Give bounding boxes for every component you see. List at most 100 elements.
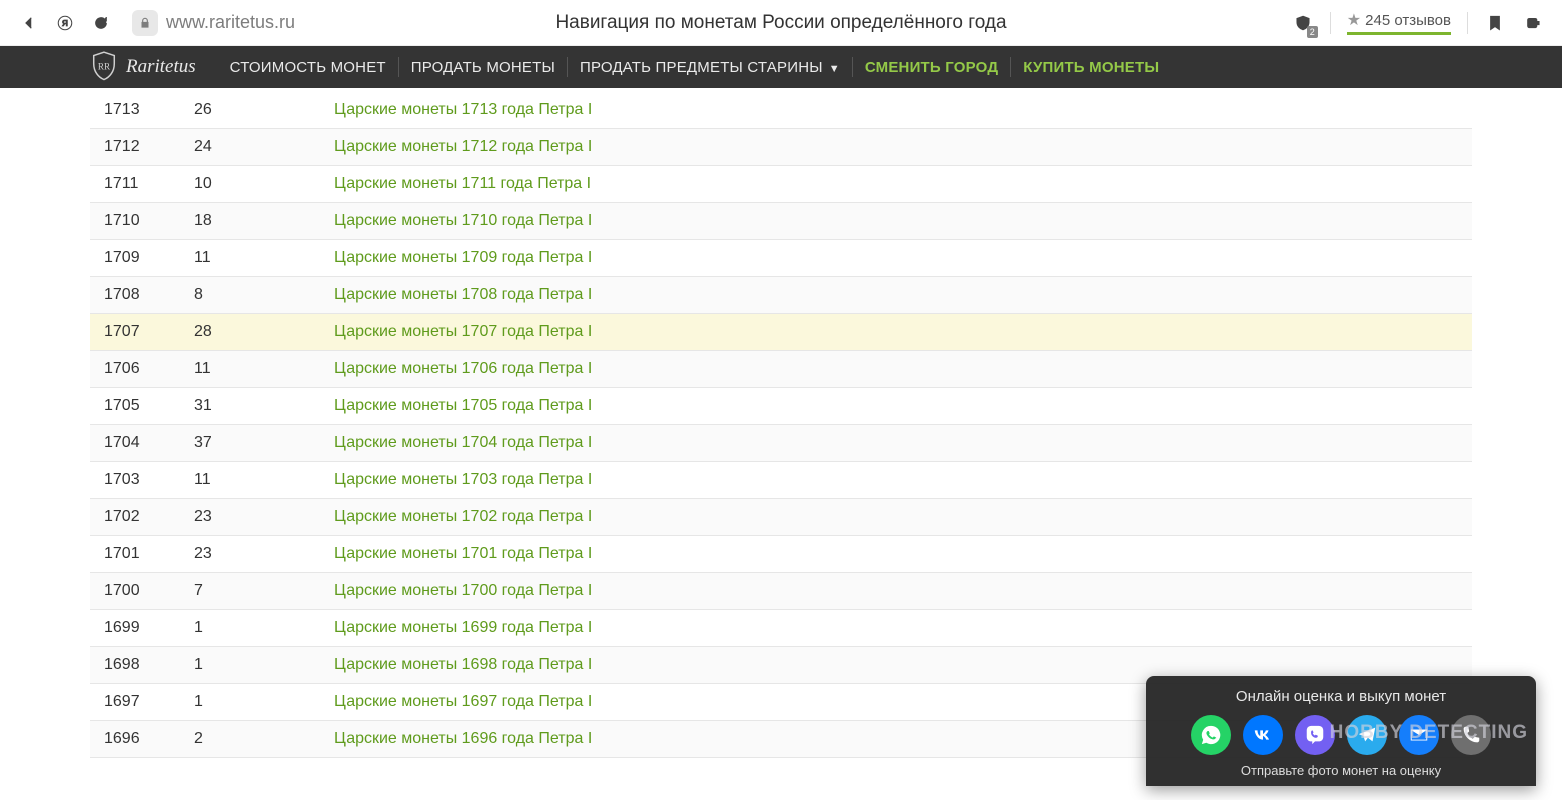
coin-year-link[interactable]: Царские монеты 1708 года Петра I [334,286,592,303]
link-cell: Царские монеты 1707 года Петра I [334,323,1472,341]
year-cell: 1706 [90,360,194,378]
link-cell: Царские монеты 1706 года Петра I [334,360,1472,378]
coin-year-link[interactable]: Царские монеты 1702 года Петра I [334,508,592,525]
table-row: 17007Царские монеты 1700 года Петра I [90,573,1472,610]
coin-year-link[interactable]: Царские монеты 1704 года Петра I [334,434,592,451]
year-cell: 1699 [90,619,194,637]
coin-year-link[interactable]: Царские монеты 1706 года Петра I [334,360,592,377]
count-cell: 18 [194,212,334,230]
year-cell: 1704 [90,434,194,452]
back-icon[interactable] [18,12,40,34]
nav-item[interactable]: КУПИТЬ МОНЕТЫ [1011,59,1171,76]
coin-year-link[interactable]: Царские монеты 1705 года Петра I [334,397,592,414]
bookmark-icon[interactable] [1484,12,1506,34]
table-row: 170728Царские монеты 1707 года Петра I [90,314,1472,351]
float-title: Онлайн оценка и выкуп монет [1166,688,1516,705]
telegram-icon[interactable] [1347,715,1387,755]
link-cell: Царские монеты 1705 года Петра I [334,397,1472,415]
count-cell: 11 [194,249,334,267]
coin-year-link[interactable]: Царские монеты 1712 года Петра I [334,138,592,155]
coin-year-link[interactable]: Царские монеты 1713 года Петра I [334,101,592,118]
table-row: 16991Царские монеты 1699 года Петра I [90,610,1472,647]
nav-item[interactable]: ПРОДАТЬ МОНЕТЫ [399,59,567,76]
table-row: 170223Царские монеты 1702 года Петра I [90,499,1472,536]
year-cell: 1700 [90,582,194,600]
viber-icon[interactable] [1295,715,1335,755]
mail-icon[interactable] [1399,715,1439,755]
year-cell: 1709 [90,249,194,267]
coin-year-link[interactable]: Царские монеты 1709 года Петра I [334,249,592,266]
table-row: 170911Царские монеты 1709 года Петра I [90,240,1472,277]
svg-text:Я: Я [62,19,68,28]
reviews-text: 245 отзывов [1365,12,1451,29]
link-cell: Царские монеты 1709 года Петра I [334,249,1472,267]
link-cell: Царские монеты 1713 года Петра I [334,101,1472,119]
page-title: Навигация по монетам России определённог… [555,12,1006,34]
year-cell: 1696 [90,730,194,748]
link-cell: Царские монеты 1703 года Петра I [334,471,1472,489]
nav-item[interactable]: СТОИМОСТЬ МОНЕТ [218,59,398,76]
year-cell: 1707 [90,323,194,341]
count-cell: 24 [194,138,334,156]
svg-text:RR: RR [98,61,111,71]
link-cell: Царские монеты 1708 года Петра I [334,286,1472,304]
shield-icon[interactable]: 2 [1292,12,1314,34]
count-cell: 1 [194,693,334,711]
coin-year-link[interactable]: Царские монеты 1710 года Петра I [334,212,592,229]
url-box[interactable]: www.raritetus.ru [132,10,295,36]
nav-item[interactable]: ПРОДАТЬ ПРЕДМЕТЫ СТАРИНЫ▼ [568,59,852,76]
year-cell: 1710 [90,212,194,230]
floating-contact-panel: Онлайн оценка и выкуп монет Отправьте фо… [1146,676,1536,786]
divider [1330,12,1331,34]
reviews-link[interactable]: ★ 245 отзывов [1347,10,1451,35]
table-row: 171110Царские монеты 1711 года Петра I [90,166,1472,203]
link-cell: Царские монеты 1700 года Петра I [334,582,1472,600]
whatsapp-icon[interactable] [1191,715,1231,755]
count-cell: 1 [194,619,334,637]
link-cell: Царские монеты 1704 года Петра I [334,434,1472,452]
logo-text: Raritetus [126,56,196,78]
extensions-icon[interactable] [1522,12,1544,34]
count-cell: 23 [194,545,334,563]
yandex-icon[interactable]: Я [54,12,76,34]
year-cell: 1702 [90,508,194,526]
count-cell: 23 [194,508,334,526]
coin-year-link[interactable]: Царские монеты 1703 года Петра I [334,471,592,488]
table-row: 171224Царские монеты 1712 года Петра I [90,129,1472,166]
coin-year-link[interactable]: Царские монеты 1701 года Петра I [334,545,592,562]
year-cell: 1708 [90,286,194,304]
table-row: 170123Царские монеты 1701 года Петра I [90,536,1472,573]
coin-year-link[interactable]: Царские монеты 1696 года Петра I [334,730,592,747]
coin-year-link[interactable]: Царские монеты 1711 года Петра I [334,175,591,192]
year-cell: 1703 [90,471,194,489]
main-nav: RR Raritetus СТОИМОСТЬ МОНЕТПРОДАТЬ МОНЕ… [0,46,1562,88]
vk-icon[interactable] [1243,715,1283,755]
year-cell: 1698 [90,656,194,674]
shield-count: 2 [1307,26,1318,38]
nav-item[interactable]: СМЕНИТЬ ГОРОД [853,59,1010,76]
coin-year-link[interactable]: Царские монеты 1698 года Петра I [334,656,592,673]
chevron-down-icon: ▼ [829,63,840,75]
year-cell: 1705 [90,397,194,415]
table-row: 170531Царские монеты 1705 года Петра I [90,388,1472,425]
coin-year-link[interactable]: Царские монеты 1699 года Петра I [334,619,592,636]
count-cell: 28 [194,323,334,341]
lock-icon [132,10,158,36]
table-row: 17088Царские монеты 1708 года Петра I [90,277,1472,314]
link-cell: Царские монеты 1699 года Петра I [334,619,1472,637]
table-row: 170437Царские монеты 1704 года Петра I [90,425,1472,462]
coin-year-link[interactable]: Царские монеты 1707 года Петра I [334,323,592,340]
star-icon: ★ [1347,10,1361,30]
count-cell: 2 [194,730,334,748]
coin-year-link[interactable]: Царские монеты 1697 года Петра I [334,693,592,710]
year-cell: 1701 [90,545,194,563]
logo[interactable]: RR Raritetus [90,51,196,83]
count-cell: 1 [194,656,334,674]
link-cell: Царские монеты 1698 года Петра I [334,656,1472,674]
reload-icon[interactable] [90,12,112,34]
phone-icon[interactable] [1451,715,1491,755]
year-cell: 1713 [90,101,194,119]
coin-year-link[interactable]: Царские монеты 1700 года Петра I [334,582,592,599]
table-row: 171018Царские монеты 1710 года Петра I [90,203,1472,240]
link-cell: Царские монеты 1701 года Петра I [334,545,1472,563]
